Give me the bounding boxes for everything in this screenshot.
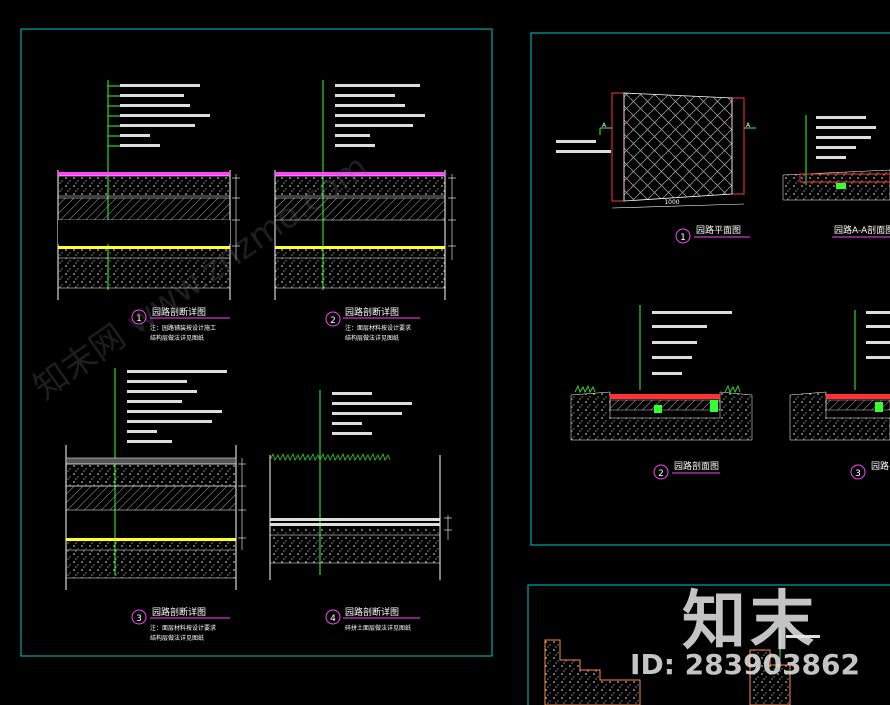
section-3-number: 3 xyxy=(136,614,142,624)
plan-number: 1 xyxy=(680,233,686,243)
section-2-number: 2 xyxy=(330,316,336,326)
section-2-note-1: 注：面层材料按设计要求 xyxy=(345,324,411,332)
section-1-note-2: 结构层做法详见图纸 xyxy=(150,334,204,342)
section-4-note-1: 碎拼土面层做法详见图纸 xyxy=(345,624,411,632)
section-4-title: 园路剖断详图 xyxy=(345,606,399,618)
panel-b-section-3-number: 3 xyxy=(855,469,861,479)
panel-b-section-2-drawing xyxy=(570,305,753,441)
section-3-note-1: 注：面层材料按设计要求 xyxy=(150,624,216,632)
panel-b-section-3-drawing xyxy=(789,310,890,441)
aa-section-drawing xyxy=(782,115,890,201)
section-4-number: 4 xyxy=(330,614,336,624)
panel-b-section-2-number: 2 xyxy=(658,469,664,479)
section-3-drawing xyxy=(65,368,246,590)
plan-dimension: 1000 xyxy=(664,199,679,206)
plan-title: 园路平面图 xyxy=(696,224,741,236)
section-2-note-2: 结构层做法详见图纸 xyxy=(345,334,399,342)
panel-b-section-3-title: 园路 xyxy=(871,460,889,472)
aa-section-title: 园路A-A剖面图 xyxy=(834,224,890,236)
plan-view-drawing xyxy=(556,92,756,209)
section-3-note-2: 结构层做法详见图纸 xyxy=(150,634,204,642)
watermark-id: ID: 283903862 xyxy=(630,648,860,681)
panel-b-section-2-title: 园路剖面图 xyxy=(674,460,719,472)
section-3-title: 园路剖断详图 xyxy=(152,606,206,618)
section-4-drawing xyxy=(269,390,452,580)
section-2-title: 园路剖断详图 xyxy=(345,306,399,318)
